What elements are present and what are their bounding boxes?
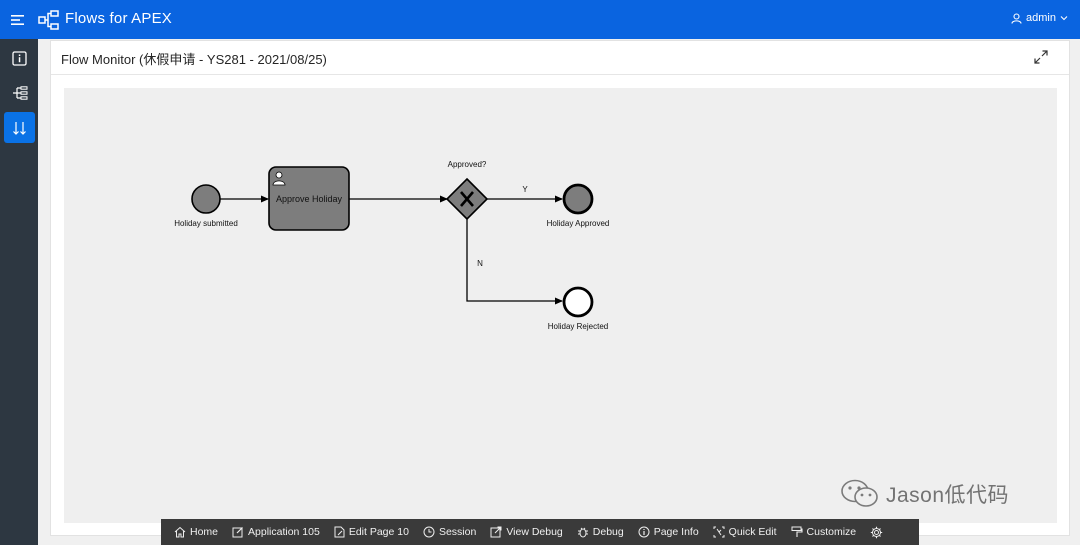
chevron-down-icon xyxy=(1060,16,1068,21)
user-task-label: Approve Holiday xyxy=(276,194,343,204)
devbar-view-debug-label: View Debug xyxy=(506,526,563,538)
quick-edit-icon xyxy=(713,526,725,538)
sort-arrows-icon xyxy=(12,121,26,135)
watermark: Jason低代码 xyxy=(840,478,1009,510)
menu-toggle-button[interactable] xyxy=(8,10,28,30)
developer-toolbar: Home Application 105 Edit Page 10 Sessio… xyxy=(161,519,919,545)
devbar-page-info-label: Page Info xyxy=(653,526,699,538)
flow-no-label: N xyxy=(477,259,483,268)
bug-icon xyxy=(577,527,588,538)
devbar-application[interactable]: Application 105 xyxy=(225,519,327,545)
watermark-text: Jason低代码 xyxy=(886,484,1010,507)
devbar-quick-edit[interactable]: Quick Edit xyxy=(706,519,784,545)
edit-icon xyxy=(232,527,243,538)
sidebar-item-flows[interactable] xyxy=(4,77,35,108)
file-edit-icon xyxy=(334,526,345,538)
sidebar-item-info[interactable] xyxy=(4,43,35,74)
devbar-edit-page-label: Edit Page 10 xyxy=(348,526,409,538)
end-event-approved-label: Holiday Approved xyxy=(547,219,610,228)
clock-icon xyxy=(423,526,435,538)
devbar-customize-label: Customize xyxy=(806,526,857,538)
devbar-session-label: Session xyxy=(438,526,477,538)
expand-icon[interactable] xyxy=(1033,49,1049,65)
home-icon xyxy=(174,526,186,538)
devbar-debug-label: Debug xyxy=(592,526,624,538)
devbar-home[interactable]: Home xyxy=(167,519,225,545)
flow-monitor-region: Flow Monitor (休假申请 - YS281 - 2021/08/25)… xyxy=(50,40,1070,536)
devbar-debug[interactable]: Debug xyxy=(570,519,631,545)
flow-yes-label: Y xyxy=(522,185,528,194)
sitemap-icon xyxy=(12,85,27,100)
devbar-edit-page[interactable]: Edit Page 10 xyxy=(327,519,416,545)
user-name: admin xyxy=(1026,12,1056,24)
devbar-session[interactable]: Session xyxy=(416,519,483,545)
gateway-label: Approved? xyxy=(448,160,487,169)
gear-icon xyxy=(870,526,883,538)
app-title[interactable]: Flows for APEX xyxy=(65,10,172,27)
devbar-view-debug[interactable]: View Debug xyxy=(483,519,569,545)
devbar-application-label: Application 105 xyxy=(248,526,320,538)
region-title: Flow Monitor (休假申请 - YS281 - 2021/08/25) xyxy=(61,52,327,67)
devbar-customize[interactable]: Customize xyxy=(784,519,864,545)
bpmn-diagram-canvas[interactable]: Holiday submitted Approve Holiday Approv… xyxy=(64,88,1057,523)
end-event-rejected[interactable] xyxy=(562,286,594,318)
flows-logo-icon xyxy=(38,10,59,30)
user-menu[interactable]: admin xyxy=(1011,12,1068,24)
paint-roller-icon xyxy=(791,526,803,537)
end-event-rejected-label: Holiday Rejected xyxy=(548,322,608,331)
start-event[interactable] xyxy=(191,184,221,214)
devbar-home-label: Home xyxy=(190,526,219,538)
start-event-label: Holiday submitted xyxy=(174,219,238,228)
end-event-approved[interactable] xyxy=(562,183,594,215)
top-navigation-bar: Flows for APEX admin xyxy=(0,0,1080,39)
sidebar-item-monitor[interactable] xyxy=(4,112,35,143)
devbar-settings[interactable] xyxy=(863,519,894,545)
region-header: Flow Monitor (休假申请 - YS281 - 2021/08/25) xyxy=(51,41,1069,75)
wechat-icon xyxy=(841,479,878,507)
external-icon xyxy=(490,526,502,538)
user-icon xyxy=(1011,12,1022,24)
info-square-icon xyxy=(12,51,27,66)
hamburger-menu-icon xyxy=(11,15,24,25)
info-circle-icon xyxy=(638,526,650,538)
devbar-quick-edit-label: Quick Edit xyxy=(728,526,777,538)
devbar-page-info[interactable]: Page Info xyxy=(631,519,706,545)
bpmn-diagram: Holiday submitted Approve Holiday Approv… xyxy=(174,160,610,331)
sidebar xyxy=(0,39,38,545)
